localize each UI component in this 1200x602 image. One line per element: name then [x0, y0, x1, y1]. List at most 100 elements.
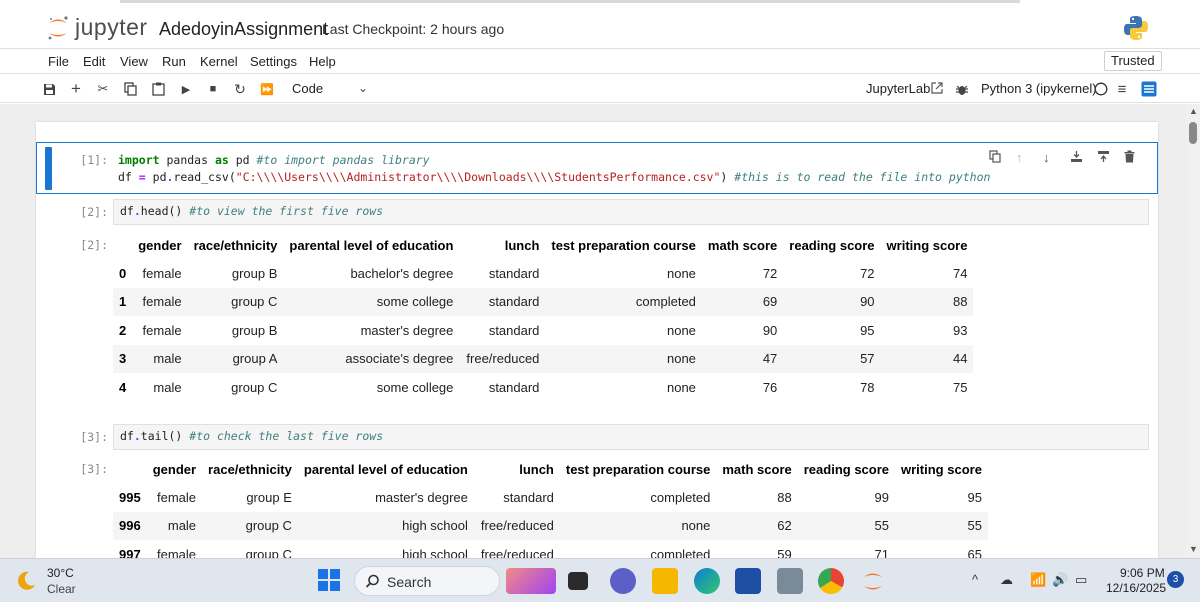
menu-settings[interactable]: Settings: [250, 54, 297, 69]
table-cell: 72: [762, 265, 778, 281]
menu-run[interactable]: Run: [162, 54, 186, 69]
cut-icon[interactable]: ✂: [94, 80, 112, 98]
notebook-title[interactable]: AdedoyinAssignment: [159, 19, 328, 40]
table-cell: high school: [402, 546, 468, 558]
code-editor[interactable]: df.head() #to view the first five rows: [113, 199, 1149, 225]
task-view-icon[interactable]: [568, 572, 588, 590]
move-up-icon[interactable]: ↑: [1016, 150, 1023, 165]
teams-chat-icon[interactable]: [610, 568, 636, 594]
weather-temperature[interactable]: 30°C: [47, 566, 74, 580]
file-explorer-icon[interactable]: [652, 568, 678, 594]
table-cell: master's degree: [360, 322, 454, 338]
table-cell: 95: [967, 489, 982, 505]
cell-toolbar: ↑ ↓: [986, 150, 1146, 170]
column-header: lunch: [504, 237, 540, 253]
table-cell: master's degree: [375, 489, 468, 505]
search-highlight-icon[interactable]: [506, 568, 556, 594]
column-header: gender: [152, 461, 197, 477]
debugger-bug-icon[interactable]: [953, 80, 971, 98]
table-cell: 88: [880, 287, 974, 316]
onedrive-cloud-icon[interactable]: ☁: [1000, 572, 1013, 588]
table-cell: 99: [874, 489, 890, 505]
insert-above-icon[interactable]: [1070, 150, 1083, 166]
jupyterlab-link[interactable]: JupyterLab: [866, 81, 930, 96]
table-cell: 90: [783, 287, 881, 316]
fast-forward-icon[interactable]: ⏩: [258, 80, 276, 98]
table-cell: 74: [953, 265, 968, 281]
jupyter-brand[interactable]: jupyter: [75, 14, 148, 41]
menu-help[interactable]: Help: [309, 54, 336, 69]
restart-icon[interactable]: ↻: [231, 80, 249, 98]
table-cell: group B: [231, 265, 278, 281]
delete-cell-icon[interactable]: [1124, 150, 1135, 166]
photos-app-icon[interactable]: [777, 568, 803, 594]
move-down-icon[interactable]: ↓: [1043, 150, 1050, 165]
table-cell: 65: [967, 546, 982, 558]
table-row: 995 female group E master's degree stand…: [113, 483, 988, 512]
table-cell: group C: [202, 511, 298, 540]
jupyter-taskbar-icon[interactable]: [860, 568, 886, 594]
chrome-browser-icon[interactable]: [818, 568, 844, 594]
table-cell: 57: [783, 344, 881, 373]
table-cell: none: [559, 511, 717, 540]
table-cell: female: [142, 322, 182, 338]
cell-type-select[interactable]: Code: [292, 81, 323, 96]
copy-icon[interactable]: [121, 80, 139, 98]
chevron-up-icon[interactable]: ^: [972, 572, 978, 587]
save-icon[interactable]: [40, 80, 58, 98]
table-cell: free/reduced: [480, 546, 554, 558]
table-cell: 59: [777, 546, 792, 558]
trusted-indicator[interactable]: Trusted: [1104, 51, 1162, 71]
column-header: reading score: [803, 461, 890, 477]
edge-browser-icon[interactable]: [694, 568, 720, 594]
row-index: 2: [119, 322, 127, 338]
notebook-toolbar: + ✂ ▶ ■ ↻ ⏩ Code ⌄ JupyterLab Python 3 (…: [0, 75, 1200, 103]
kernel-name[interactable]: Python 3 (ipykernel): [981, 81, 1097, 96]
search-icon: [365, 574, 379, 588]
taskbar-search[interactable]: Search: [354, 566, 500, 596]
external-link-icon[interactable]: [928, 79, 946, 97]
table-cell: 55: [895, 511, 988, 540]
menu-edit[interactable]: Edit: [83, 54, 105, 69]
scroll-up-icon[interactable]: ▲: [1189, 106, 1198, 116]
menu-file[interactable]: File: [48, 54, 69, 69]
clock-time[interactable]: 9:06 PM: [1120, 566, 1165, 580]
duplicate-cell-icon[interactable]: [989, 150, 1001, 166]
table-cell: 90: [762, 322, 778, 338]
volume-icon[interactable]: 🔊: [1052, 572, 1068, 588]
clock-date[interactable]: 12/16/2025: [1106, 581, 1166, 595]
microsoft-store-icon[interactable]: [735, 568, 761, 594]
moon-weather-icon[interactable]: [14, 569, 38, 593]
column-header: parental level of education: [303, 461, 468, 477]
scroll-down-icon[interactable]: ▼: [1189, 544, 1198, 554]
property-inspector-icon[interactable]: [1140, 80, 1158, 98]
menu-view[interactable]: View: [120, 54, 148, 69]
table-cell: none: [666, 379, 696, 395]
table-cell: female: [157, 546, 197, 558]
insert-below-icon[interactable]: [1097, 150, 1110, 166]
scrollbar-thumb[interactable]: [1189, 122, 1197, 144]
notebook-header: jupyter AdedoyinAssignment Last Checkpoi…: [0, 8, 1200, 48]
cell-prompt: [1]:: [80, 153, 108, 167]
table-row: 4 male group C some college standard non…: [113, 373, 973, 402]
code-editor[interactable]: df.tail() #to check the last five rows: [113, 424, 1149, 450]
vertical-scrollbar[interactable]: ▲ ▼: [1186, 104, 1200, 558]
menu-kernel[interactable]: Kernel: [200, 54, 238, 69]
table-cell: 71: [874, 546, 890, 558]
battery-icon[interactable]: ▭: [1075, 572, 1087, 588]
table-row: 2 female group B master's degree standar…: [113, 316, 973, 345]
wifi-icon[interactable]: 📶: [1030, 572, 1046, 588]
add-cell-icon[interactable]: +: [67, 79, 85, 98]
table-cell: male: [132, 344, 188, 373]
table-cell: standard: [488, 322, 540, 338]
run-icon[interactable]: ▶: [177, 80, 195, 98]
chevron-down-icon[interactable]: ⌄: [358, 81, 368, 95]
paste-icon[interactable]: [149, 80, 167, 98]
table-cell: 78: [860, 379, 875, 395]
stop-icon[interactable]: ■: [204, 80, 222, 98]
jupyter-logo-icon[interactable]: [46, 14, 70, 42]
windows-start-icon[interactable]: [318, 569, 340, 591]
menu-lines-icon[interactable]: ≡: [1113, 80, 1131, 98]
weather-condition[interactable]: Clear: [47, 582, 76, 596]
notification-badge[interactable]: 3: [1167, 571, 1184, 588]
